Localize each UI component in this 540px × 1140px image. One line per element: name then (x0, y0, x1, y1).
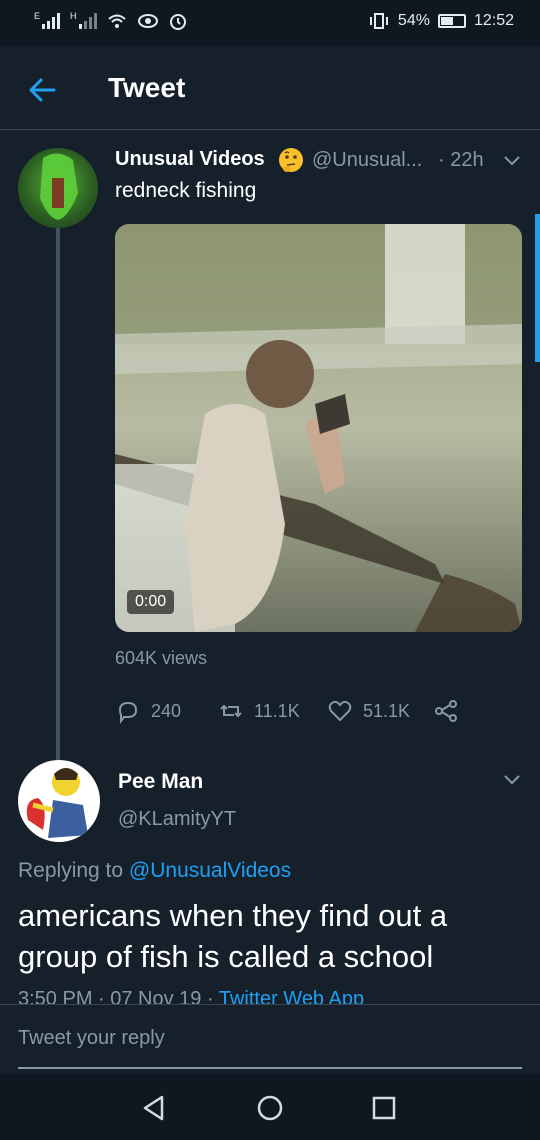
tweet-text: redneck fishing (115, 179, 257, 202)
home-circle-icon[interactable] (254, 1092, 286, 1124)
reply-count: 240 (151, 700, 182, 721)
signal-icon-2 (78, 13, 97, 29)
status-right: 54% 12:52 (368, 12, 514, 30)
page-title: Tweet (108, 72, 186, 103)
system-nav-bar (0, 1074, 540, 1140)
video-frame-image (115, 224, 522, 632)
thread-line (56, 228, 60, 760)
network-type-label: E (34, 11, 41, 21)
signal-icon (42, 13, 61, 29)
alarm-icon (169, 14, 186, 30)
status-time: 12:52 (473, 12, 514, 29)
compose-bar: Tweet your reply (0, 1004, 540, 1074)
tweet-time: · 22h (438, 149, 484, 171)
retweet-count: 11.1K (254, 700, 300, 721)
input-underline (18, 1067, 522, 1069)
retweet-button[interactable]: 11.1K (218, 698, 300, 724)
reply-text: americans when they find out a group of … (18, 898, 448, 974)
reply-timestamp: 3:50 PM · 07 Nov 19 · (18, 988, 219, 1004)
reply-author-name[interactable]: Pee Man (118, 770, 203, 794)
back-triangle-icon[interactable] (138, 1092, 170, 1124)
retweet-icon (220, 704, 242, 718)
view-count: 604K views (115, 648, 208, 668)
thinking-face-emoji (279, 148, 303, 172)
heart-icon (328, 700, 352, 722)
reply-button[interactable]: 240 (115, 698, 181, 724)
reply-avatar-image (26, 768, 88, 838)
eye-icon (137, 14, 158, 28)
tweet-author-handle[interactable]: @Unusual... (312, 149, 422, 172)
battery-icon (437, 14, 466, 28)
video-duration: 0:00 (127, 590, 175, 614)
replying-to-prefix: Replying to (18, 859, 129, 882)
arrow-left-icon[interactable] (22, 70, 62, 110)
reply-meta: 3:50 PM · 07 Nov 19 · Twitter Web App (18, 988, 364, 1004)
status-bar: E H 54% 12:52 (0, 0, 540, 46)
reply-icon (118, 701, 138, 724)
like-count: 51.1K (363, 700, 411, 721)
replying-to-line: Replying to @UnusualVideos (18, 859, 291, 883)
video-thumbnail[interactable] (115, 224, 522, 632)
scrollbar[interactable] (535, 214, 540, 362)
tweet-author-name[interactable]: Unusual Videos (115, 148, 265, 171)
like-button[interactable]: 51.1K (327, 698, 410, 724)
replying-to-link[interactable]: @UnusualVideos (129, 859, 291, 882)
reply-source-link[interactable]: Twitter Web App (219, 988, 364, 1004)
chevron-down-icon[interactable] (502, 154, 522, 168)
recents-square-icon[interactable] (368, 1092, 400, 1124)
reply-chevron-down-icon[interactable] (502, 773, 522, 787)
header: Tweet (0, 46, 540, 130)
network-type-label-2: H (70, 11, 77, 21)
reply-author-handle[interactable]: @KLamityYT (118, 808, 236, 831)
share-icon[interactable] (433, 698, 459, 724)
reply-input[interactable]: Tweet your reply (18, 1027, 165, 1050)
vibrate-icon (369, 13, 388, 29)
battery-percent: 54% (397, 12, 430, 29)
status-left: E H (34, 11, 187, 30)
avatar[interactable] (18, 148, 98, 228)
reply-avatar[interactable] (18, 760, 100, 842)
wifi-icon (107, 14, 126, 28)
avatar-image (40, 153, 78, 220)
